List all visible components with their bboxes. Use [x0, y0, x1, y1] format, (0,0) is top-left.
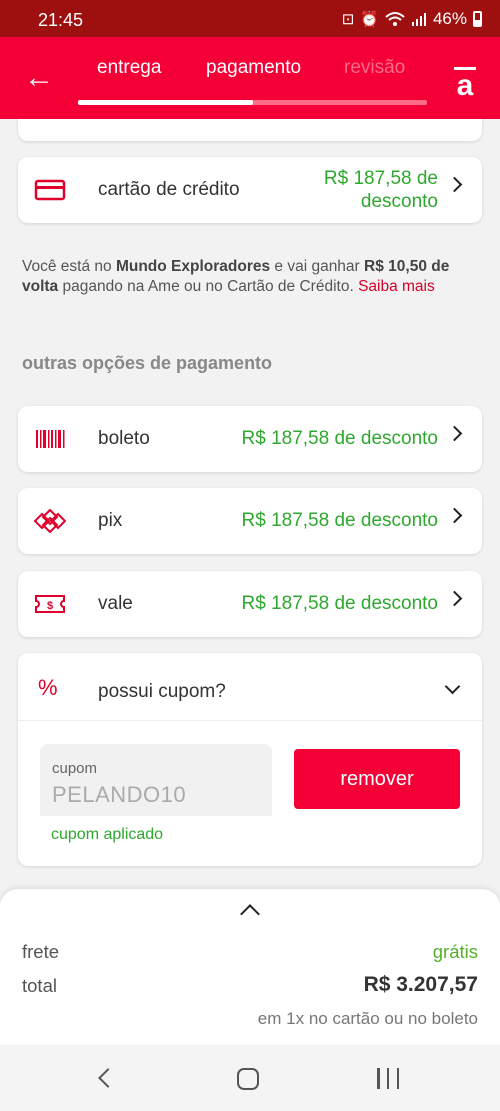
- credit-card-icon: [34, 179, 66, 201]
- nav-recent-apps-icon[interactable]: [377, 1068, 399, 1090]
- svg-text:$: $: [47, 600, 53, 612]
- checkout-header: ← entrega pagamento revisão a: [0, 37, 500, 119]
- notification-icon: ⊡: [341, 11, 355, 28]
- coupon-status: cupom aplicado: [51, 826, 164, 843]
- chevron-right-icon: [446, 590, 463, 607]
- coupon-toggle[interactable]: % possui cupom?: [18, 653, 482, 721]
- remove-coupon-button[interactable]: remover: [294, 749, 460, 809]
- nav-back-icon[interactable]: [98, 1068, 118, 1088]
- info-text: pagando na Ame ou no Cartão de Crédito.: [58, 278, 359, 295]
- payment-option-vale[interactable]: $ vale R$ 187,58 de desconto: [18, 571, 482, 637]
- coupon-field-label: cupom: [52, 760, 98, 777]
- total-label: total: [22, 975, 57, 996]
- status-time: 21:45: [38, 10, 84, 30]
- signal-icon: [411, 13, 426, 26]
- coupon-question: possui cupom?: [98, 681, 226, 702]
- chevron-right-icon: [446, 176, 463, 193]
- tab-revisao[interactable]: revisão: [344, 57, 405, 79]
- cashback-info: Você está no Mundo Exploradores e vai ga…: [22, 257, 462, 297]
- back-arrow-icon[interactable]: ←: [24, 63, 54, 93]
- barcode-icon: [36, 430, 65, 448]
- coupon-card: % possui cupom? cupom PELANDO10 cupom ap…: [18, 653, 482, 866]
- shipping-value: grátis: [432, 941, 478, 962]
- logo-letter: a: [456, 69, 474, 102]
- info-text: e vai ganhar: [270, 258, 365, 275]
- brand-logo: a: [453, 67, 477, 102]
- tab-entrega[interactable]: entrega: [97, 57, 161, 79]
- chevron-right-icon: [446, 507, 463, 524]
- percent-icon: %: [38, 675, 58, 700]
- voucher-icon: $: [35, 595, 65, 613]
- payment-content[interactable]: cartão de crédito R$ 187,58 de desconto …: [0, 119, 500, 889]
- payment-option-label: cartão de crédito: [98, 179, 240, 200]
- info-text: Você está no: [22, 258, 116, 275]
- battery-percent: 46%: [432, 9, 467, 28]
- payment-option-label: boleto: [98, 428, 150, 449]
- payment-option-discount: R$ 187,58 de desconto: [241, 428, 439, 449]
- progress-fill: [78, 100, 253, 105]
- payment-option-label: vale: [98, 593, 133, 614]
- payment-option-credit-card[interactable]: cartão de crédito R$ 187,58 de desconto: [18, 157, 482, 223]
- total-value: R$ 3.207,57: [363, 973, 478, 996]
- payment-option-boleto[interactable]: boleto R$ 187,58 de desconto: [18, 406, 482, 472]
- alarm-icon: ⏰: [360, 11, 379, 28]
- section-title: outras opções de pagamento: [22, 353, 273, 373]
- payment-option-discount: R$ 187,58 de desconto: [241, 510, 439, 531]
- status-icons: ⊡ ⏰ 46%: [342, 9, 482, 29]
- payment-option-discount: R$ 187,58 de desconto: [323, 168, 438, 212]
- payment-option-label: pix: [98, 510, 123, 531]
- nav-home-icon[interactable]: [237, 1068, 259, 1090]
- coupon-input[interactable]: cupom PELANDO10: [40, 744, 272, 816]
- pix-icon: [34, 509, 66, 533]
- status-bar: 21:45 ⊡ ⏰ 46%: [0, 0, 500, 37]
- payment-option-discount: R$ 187,58 de desconto: [241, 593, 439, 614]
- order-summary-sheet: frete grátis total R$ 3.207,57 em 1x no …: [0, 889, 500, 1045]
- coupon-field-value: PELANDO10: [52, 782, 187, 807]
- payment-option-pix[interactable]: pix R$ 187,58 de desconto: [18, 488, 482, 554]
- chevron-down-icon: [444, 678, 461, 695]
- chevron-right-icon: [446, 425, 463, 442]
- chevron-up-icon[interactable]: [240, 904, 260, 924]
- total-payment-note: em 1x no cartão ou no boleto: [257, 1009, 478, 1028]
- tab-pagamento[interactable]: pagamento: [206, 57, 301, 79]
- checkout-progress-bar: [78, 100, 427, 105]
- wifi-icon: [385, 12, 405, 26]
- battery-icon: [473, 11, 482, 27]
- previous-card: [18, 119, 482, 141]
- shipping-label: frete: [22, 941, 60, 962]
- info-program: Mundo Exploradores: [115, 258, 271, 275]
- system-nav-bar: [0, 1045, 500, 1111]
- learn-more-link[interactable]: Saiba mais: [358, 278, 435, 295]
